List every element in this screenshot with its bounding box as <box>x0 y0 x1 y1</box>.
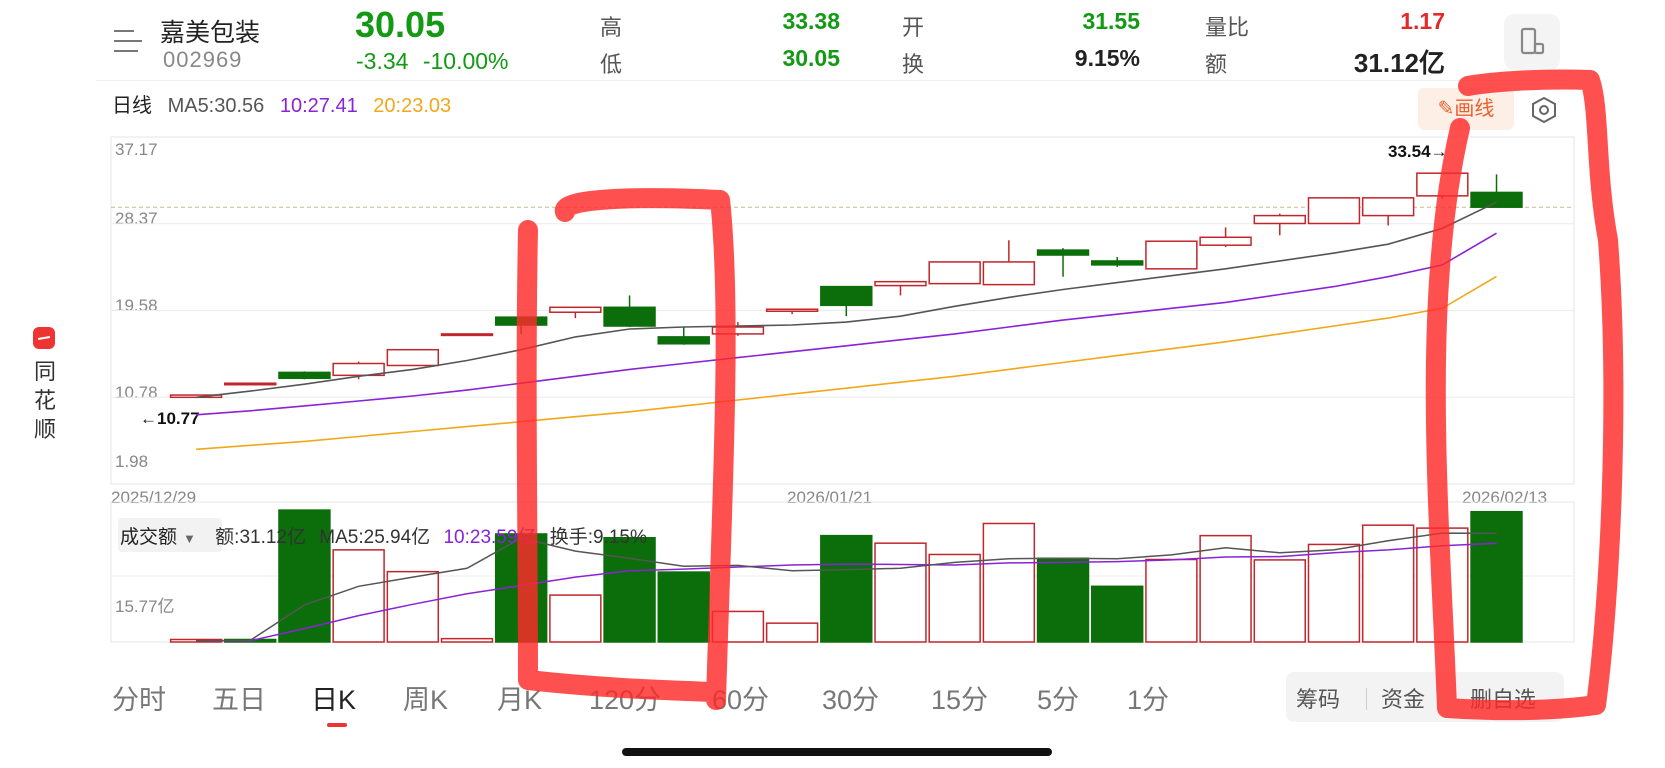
volume-selector-label: 成交额 <box>120 527 178 548</box>
candle-body <box>765 308 819 312</box>
volume-bar <box>1036 557 1090 643</box>
tab-daily-k[interactable]: 日K <box>311 678 356 717</box>
volume-bar <box>657 571 710 643</box>
tab-15min[interactable]: 15分 <box>931 678 988 717</box>
volume-bar <box>820 534 873 643</box>
candle-body <box>820 285 873 307</box>
volume-bar <box>440 637 494 643</box>
volume-bar <box>928 553 981 643</box>
candle-body <box>1470 191 1523 208</box>
dropdown-caret-icon: ▼ <box>183 531 196 546</box>
chips-button[interactable]: 筹码 <box>1296 682 1340 714</box>
candle-body <box>1199 236 1252 246</box>
volume-bar <box>1199 534 1252 643</box>
volume-amount: 额:31.12亿 <box>215 527 306 548</box>
remove-watchlist-button[interactable]: 删自选 <box>1470 682 1536 714</box>
funds-button[interactable]: 资金 <box>1381 682 1425 714</box>
candle-body <box>494 316 548 326</box>
candle-body <box>1307 197 1361 225</box>
tab-5min[interactable]: 5分 <box>1037 678 1079 717</box>
tab-five-day[interactable]: 五日 <box>212 678 266 717</box>
volume-bar <box>1361 524 1415 643</box>
volume-legend: 成交额 ▼ 额:31.12亿 MA5:25.94亿 10:23.59亿 换手:9.… <box>120 522 647 549</box>
active-tab-indicator <box>327 723 347 727</box>
tab-monthly-k[interactable]: 月K <box>497 678 542 717</box>
candle-body <box>1145 240 1198 270</box>
tab-1min[interactable]: 1分 <box>1127 678 1169 717</box>
volume-bar <box>874 542 927 643</box>
tab-weekly-k[interactable]: 周K <box>403 678 448 717</box>
tab-30min[interactable]: 30分 <box>822 678 879 717</box>
candle-body <box>1416 172 1469 197</box>
candle-body <box>874 280 927 287</box>
volume-bar <box>332 549 385 643</box>
candle-body <box>928 261 981 285</box>
tab-intraday[interactable]: 分时 <box>112 678 166 717</box>
volume-bar <box>603 536 656 643</box>
candle-body <box>1091 260 1144 266</box>
candle-body <box>1253 214 1306 225</box>
candle-body <box>278 371 331 380</box>
tab-120min[interactable]: 120分 <box>589 678 661 717</box>
volume-ma10: 10:23.59亿 <box>443 527 537 548</box>
candle-body <box>657 336 710 345</box>
candle-body <box>440 333 494 337</box>
volume-bar <box>549 594 602 643</box>
volume-bar <box>1307 543 1361 643</box>
volume-bar <box>982 522 1036 643</box>
volume-bar <box>1091 585 1144 643</box>
candle-body <box>1361 197 1415 217</box>
volume-ma5: MA5:25.94亿 <box>319 527 431 548</box>
volume-bar <box>711 610 765 643</box>
volume-bar <box>1145 558 1198 643</box>
candlestick-chart[interactable] <box>0 0 1665 768</box>
candle-body <box>982 261 1036 286</box>
candle-body <box>549 306 602 313</box>
volume-y-tick: 15.77亿 <box>115 597 175 616</box>
tab-60min[interactable]: 60分 <box>712 678 769 717</box>
candle-body <box>1036 249 1090 256</box>
candle-body <box>603 306 656 327</box>
candle-body <box>224 382 277 386</box>
volume-turnover: 换手:9.15% <box>549 527 647 548</box>
candle-body <box>386 348 440 367</box>
action-divider <box>1366 688 1367 710</box>
candle-body <box>711 326 765 335</box>
volume-bar <box>386 570 440 643</box>
volume-bar <box>1253 559 1306 643</box>
volume-bar <box>765 622 819 643</box>
home-indicator <box>622 748 1052 756</box>
volume-bar <box>1470 510 1523 643</box>
